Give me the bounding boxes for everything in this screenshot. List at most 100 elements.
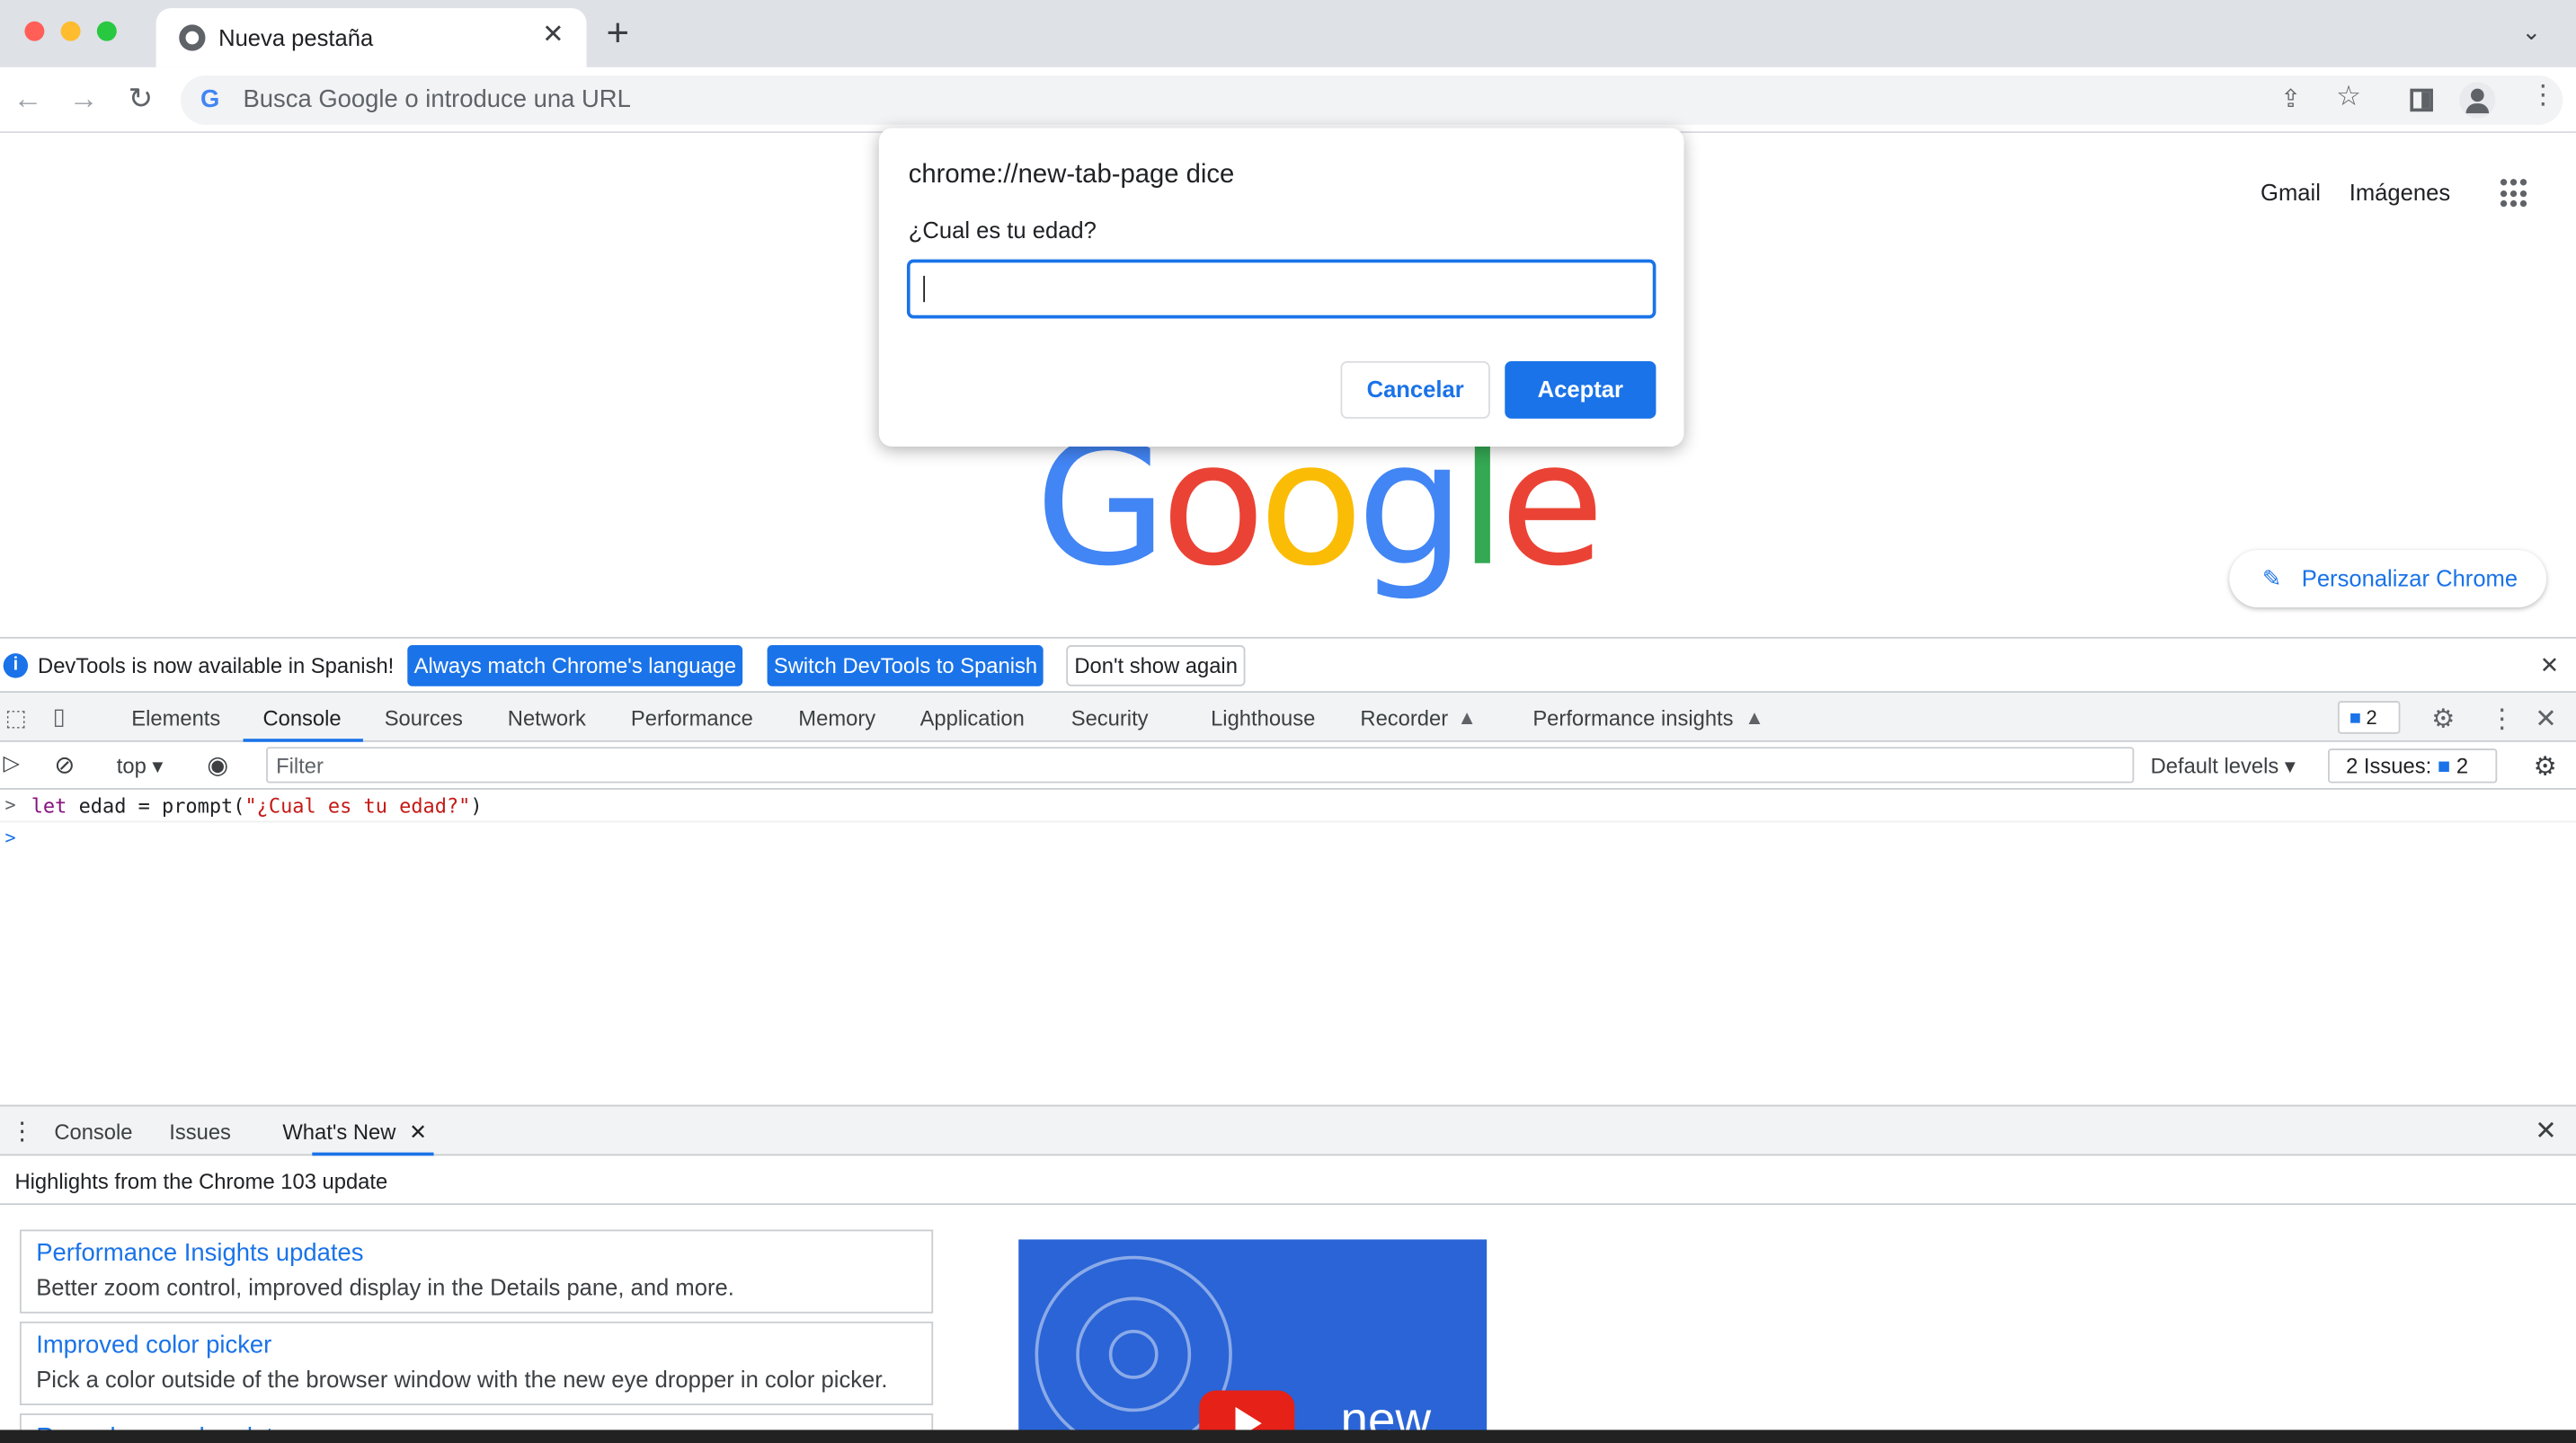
dont-show-again-button[interactable]: Don't show again bbox=[1066, 645, 1247, 686]
tab-application[interactable]: Application bbox=[920, 706, 1025, 730]
tab-elements[interactable]: Elements bbox=[131, 706, 220, 730]
console-input-line[interactable]: > bbox=[0, 822, 2576, 855]
tab-recorder[interactable]: Recorder bbox=[1360, 706, 1448, 730]
google-g-icon: G bbox=[200, 85, 220, 114]
clear-console-icon[interactable]: ⊘ bbox=[54, 750, 75, 780]
devtools-language-infobar: i DevTools is now available in Spanish! … bbox=[0, 638, 2576, 694]
customize-chrome-button[interactable]: ✎ Personalizar Chrome bbox=[2229, 550, 2547, 608]
accept-button[interactable]: Aceptar bbox=[1505, 360, 1657, 419]
reload-icon[interactable]: ↻ bbox=[129, 81, 154, 117]
prompt-dialog: chrome://new-tab-page dice ¿Cual es tu e… bbox=[878, 128, 1684, 447]
console-toolbar: ▷ ⊘ top ▾ ◉ Filter Default levels ▾ 2 Is… bbox=[0, 741, 2576, 790]
drawer-tabs: ⋮ Console Issues What's New ✕ ✕ bbox=[0, 1104, 2576, 1156]
address-bar-placeholder: Busca Google o introduce una URL bbox=[243, 85, 631, 114]
new-tab-button[interactable]: + bbox=[606, 13, 629, 57]
info-icon: i bbox=[3, 653, 29, 678]
device-toolbar-icon[interactable]: ▯ bbox=[52, 703, 65, 730]
tab-console[interactable]: Console bbox=[262, 706, 341, 730]
whats-new-heading: Highlights from the Chrome 103 update bbox=[14, 1168, 388, 1194]
devtools-panel-tabs: ⬚ ▯ Elements Console Sources Network Per… bbox=[0, 693, 2576, 742]
dialog-text-input[interactable] bbox=[906, 259, 1657, 319]
close-window-button[interactable] bbox=[24, 21, 45, 41]
images-link[interactable]: Imágenes bbox=[2349, 179, 2450, 205]
infobar-close-icon[interactable]: ✕ bbox=[2540, 651, 2559, 679]
maximize-window-button[interactable] bbox=[96, 21, 117, 41]
experimental-flask-icon: ▲ bbox=[1457, 705, 1477, 730]
drawer-menu-icon[interactable]: ⋮ bbox=[10, 1116, 34, 1146]
text-caret bbox=[923, 275, 926, 303]
close-tab-icon[interactable]: ✕ bbox=[409, 1120, 427, 1146]
tab-nueva-pestana[interactable]: Nueva pestaña ✕ bbox=[155, 8, 587, 67]
tab-performance[interactable]: Performance bbox=[631, 706, 753, 730]
address-bar[interactable]: G Busca Google o introduce una URL bbox=[181, 75, 2563, 125]
whats-new-card[interactable]: Improved color picker Pick a color outsi… bbox=[19, 1321, 934, 1405]
code-end: ) bbox=[470, 794, 483, 818]
dialog-message: ¿Cual es tu edad? bbox=[908, 217, 1097, 243]
close-devtools-icon[interactable]: ✕ bbox=[2535, 703, 2557, 736]
console-settings-gear-icon[interactable]: ⚙ bbox=[2533, 750, 2556, 783]
issues-count: 2 bbox=[2366, 705, 2377, 730]
tab-security[interactable]: Security bbox=[1071, 706, 1149, 730]
console-issues-button[interactable]: 2 Issues: ■ 2 bbox=[2327, 748, 2498, 783]
devtools-panel: i DevTools is now available in Spanish! … bbox=[0, 636, 2576, 1443]
console-output[interactable]: > let edad = prompt("¿Cual es tu edad?")… bbox=[0, 790, 2576, 1105]
settings-gear-icon[interactable]: ⚙ bbox=[2431, 703, 2455, 736]
experimental-flask-icon: ▲ bbox=[1745, 705, 1764, 730]
more-options-icon[interactable]: ⋮ bbox=[2489, 703, 2515, 736]
browser-window: Nueva pestaña ✕ + ⌄ ← → ↻ G Busca Google… bbox=[0, 0, 2576, 1443]
tab-performance-insights[interactable]: Performance insights bbox=[1532, 706, 1733, 730]
dialog-title: chrome://new-tab-page dice bbox=[908, 161, 1235, 190]
apps-grid-icon[interactable] bbox=[2500, 179, 2530, 208]
share-icon[interactable]: ⇪ bbox=[2280, 86, 2301, 113]
cancel-button[interactable]: Cancelar bbox=[1340, 360, 1490, 419]
tab-close-icon[interactable]: ✕ bbox=[542, 22, 564, 51]
input-prompt-icon: > bbox=[4, 827, 16, 849]
whats-new-video-thumbnail[interactable]: new bbox=[1018, 1239, 1488, 1443]
chevron-down-icon[interactable]: ⌄ bbox=[2522, 18, 2541, 46]
bookmark-star-icon[interactable]: ☆ bbox=[2336, 82, 2361, 110]
more-menu-icon[interactable]: ⋮ bbox=[2530, 83, 2556, 110]
infobar-text: DevTools is now available in Spanish! bbox=[38, 653, 395, 678]
card-description: Pick a color outside of the browser wind… bbox=[36, 1366, 888, 1393]
drawer-tab-console[interactable]: Console bbox=[54, 1120, 132, 1144]
issues-label: 2 Issues: bbox=[2346, 753, 2432, 779]
back-arrow-icon[interactable]: ← bbox=[13, 81, 43, 117]
tab-title: Nueva pestaña bbox=[218, 24, 374, 51]
tab-strip: Nueva pestaña ✕ + ⌄ bbox=[0, 0, 2576, 67]
profile-avatar-icon[interactable] bbox=[2459, 82, 2496, 119]
minimize-window-button[interactable] bbox=[60, 21, 81, 41]
close-drawer-icon[interactable]: ✕ bbox=[2535, 1115, 2557, 1148]
tab-memory[interactable]: Memory bbox=[798, 706, 875, 730]
sidebar-toggle-icon[interactable]: ▷ bbox=[4, 750, 20, 776]
side-panel-icon[interactable] bbox=[2410, 88, 2433, 112]
video-graphic bbox=[1108, 1329, 1159, 1379]
filter-placeholder: Filter bbox=[276, 753, 324, 779]
tab-lighthouse[interactable]: Lighthouse bbox=[1211, 706, 1315, 730]
card-title[interactable]: Improved color picker bbox=[36, 1332, 271, 1359]
code-string: "¿Cual es tu edad?" bbox=[244, 794, 471, 818]
input-prompt-icon: > bbox=[4, 794, 16, 817]
tab-sources[interactable]: Sources bbox=[385, 706, 463, 730]
browser-toolbar: ← → ↻ G Busca Google o introduce una URL… bbox=[0, 66, 2576, 133]
log-levels-dropdown[interactable]: Default levels ▾ bbox=[2151, 754, 2296, 780]
customize-chrome-label: Personalizar Chrome bbox=[2301, 564, 2518, 591]
chrome-icon bbox=[179, 24, 206, 51]
screen-bottom-edge bbox=[0, 1430, 2576, 1443]
card-title[interactable]: Performance Insights updates bbox=[36, 1239, 363, 1267]
live-expression-eye-icon[interactable]: ◉ bbox=[207, 750, 228, 780]
gmail-link[interactable]: Gmail bbox=[2261, 179, 2321, 205]
console-filter-input[interactable]: Filter bbox=[266, 747, 2135, 783]
whats-new-card[interactable]: Performance Insights updates Better zoom… bbox=[19, 1229, 934, 1314]
issues-counter-button[interactable]: ■ 2 bbox=[2337, 701, 2401, 734]
tab-network[interactable]: Network bbox=[508, 706, 586, 730]
drawer-tab-whats-new[interactable]: What's New bbox=[282, 1120, 395, 1144]
pencil-icon: ✎ bbox=[2261, 564, 2282, 591]
drawer-tab-issues[interactable]: Issues bbox=[169, 1120, 231, 1144]
context-selector[interactable]: top ▾ bbox=[117, 754, 164, 780]
card-description: Better zoom control, improved display in… bbox=[36, 1273, 734, 1301]
forward-arrow-icon[interactable]: → bbox=[69, 81, 99, 117]
switch-to-spanish-button[interactable]: Switch DevTools to Spanish bbox=[767, 645, 1044, 686]
inspect-element-icon[interactable]: ⬚ bbox=[4, 704, 26, 732]
console-entry: > let edad = prompt("¿Cual es tu edad?") bbox=[0, 790, 2576, 823]
always-match-language-button[interactable]: Always match Chrome's language bbox=[407, 645, 743, 686]
